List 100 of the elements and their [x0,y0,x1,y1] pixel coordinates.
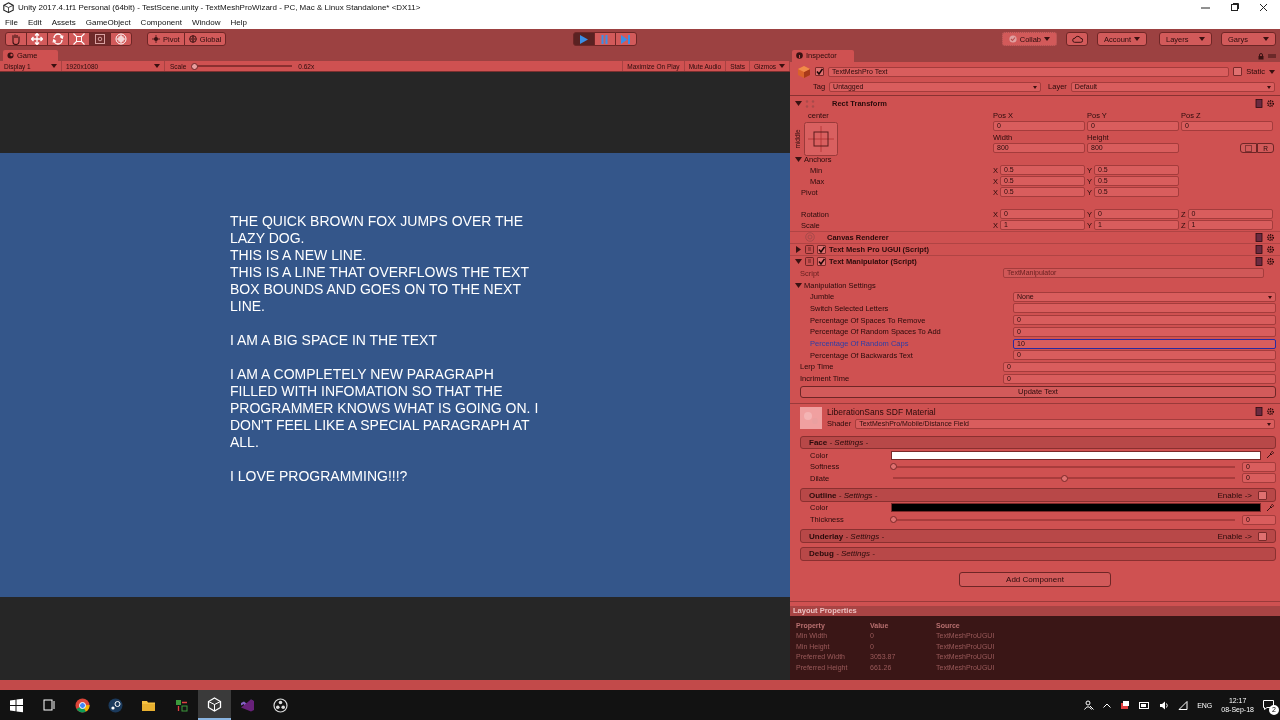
enable-checkbox[interactable] [1258,490,1267,500]
notification-icon[interactable] [1263,700,1274,710]
slider-thumb[interactable] [1061,474,1068,482]
step-button[interactable] [614,32,637,46]
cube-logo-icon [207,696,222,712]
enable-checkbox[interactable] [817,257,826,267]
rect-tool-icon [94,33,106,45]
tool-button[interactable] [89,32,111,46]
section-header[interactable]: Underlay - Settings - Enable -> [800,529,1276,544]
slider-thumb[interactable] [890,463,897,471]
material-thumbnail [800,406,822,429]
globe-icon [188,35,197,43]
menu-item[interactable]: Assets [46,17,81,27]
dashed-square-icon [1245,144,1253,152]
rotate-icon [52,33,64,45]
pivot-icon [152,35,160,43]
menu-item[interactable]: Help [225,17,252,27]
slider-thumb[interactable] [890,516,897,524]
input-field[interactable] [1013,303,1276,314]
menu-item[interactable]: GameObject [80,17,136,27]
caret-icon[interactable] [1269,69,1275,74]
add-component-button[interactable]: Add Component [959,571,1111,587]
menu-item[interactable]: File [0,17,23,27]
window-title: Unity 2017.4.1f1 Personal (64bit) - TestScene.unity - TextMeshProWizard - PC, Mac & Linux Standalone* <DX11> [18,3,421,12]
section-header[interactable]: Debug - Settings - [800,547,1276,561]
eye-icon [7,52,14,59]
object-cube-icon [797,64,811,79]
cube-logo-icon [3,2,14,13]
cloud-button[interactable] [1066,32,1088,46]
slider-track[interactable] [893,516,1235,524]
pause-button[interactable] [593,32,616,46]
menu-item[interactable]: Component [135,17,187,27]
chevron-up-icon[interactable] [1103,702,1112,708]
volume-icon[interactable] [1159,700,1170,710]
hand-icon [10,33,22,45]
scene-text: I LOVE PROGRAMMING!!!? [230,468,409,485]
active-checkbox[interactable] [815,67,824,77]
foldout-arrow-icon[interactable] [795,155,802,163]
caret-icon[interactable] [154,64,160,68]
browser-icon [75,697,90,713]
disc-icon [273,697,288,713]
check-circle-icon [1008,35,1017,43]
move-icon [31,33,43,45]
caret-icon[interactable] [1134,37,1141,41]
color-field[interactable] [891,503,1261,513]
enable-checkbox[interactable] [817,245,826,255]
scene-text: I AM A BIG SPACE IN THE TEXT [230,332,438,349]
caret-icon[interactable] [1199,37,1205,41]
close-icon[interactable] [1259,3,1268,12]
tool-button[interactable] [68,32,90,46]
lock-icon[interactable] [1258,52,1264,60]
battery-icon[interactable] [1139,701,1151,709]
static-checkbox[interactable] [1233,67,1243,77]
enable-checkbox[interactable] [1258,531,1267,541]
menu-item[interactable]: Window [186,17,226,27]
foldout-arrow-icon[interactable] [795,258,802,266]
foldout-arrow-icon[interactable] [795,281,802,289]
blueprint-button[interactable] [1240,143,1258,154]
enable-label: Enable -> [1217,490,1252,500]
settings-icon[interactable] [1266,99,1275,109]
caret-icon[interactable] [779,64,785,68]
scene-text: THE QUICK BROWN FOX JUMPS OVER THE LAZY DOG. THIS IS A NEW LINE. THIS IS A LINE THAT OVERFLOWS THE TEXT BOX BOUNDS AND GOES ON TO THE NEXT LINE. [230,213,530,315]
tool-button[interactable] [47,32,69,46]
start-icon [9,697,24,713]
restore-icon[interactable] [1230,3,1239,12]
slider-track[interactable] [893,463,1235,471]
slider-thumb[interactable] [191,62,199,70]
script-icon [805,257,814,267]
caret-icon[interactable] [1263,37,1269,41]
scale-slider[interactable] [192,62,293,70]
cloud-icon [1071,35,1083,43]
info-icon [796,52,803,60]
tray-app-icon[interactable] [1120,700,1131,710]
taskbar-button[interactable] [198,690,231,720]
script-icon [805,245,814,255]
section-header[interactable]: Face - Settings - [800,435,1276,450]
wifi-icon[interactable] [1178,700,1189,710]
scene-text: I AM A COMPLETELY NEW PARAGRAPH FILLED WITH INFOMATION SO THAT THE PROGRAMMER KNOWS WHAT IS GOING ON. I DON'T FEEL LIKE A SPECIAL PARAGRAPH AT ALL. [230,366,540,451]
menu-item[interactable]: Edit [22,17,47,27]
eyedropper-icon[interactable] [1266,503,1274,512]
pause-icon [599,33,611,45]
color-field[interactable] [891,450,1261,460]
foldout-arrow-icon[interactable] [795,100,802,108]
transform-icon [115,33,127,45]
enable-label: Enable -> [1217,531,1252,541]
settings-icon[interactable] [1266,407,1275,416]
play-button[interactable] [572,32,595,46]
ribbon-icon [240,697,255,713]
rect-transform-icon [805,99,815,108]
book-icon[interactable] [1255,99,1263,109]
caret-icon[interactable] [51,64,57,68]
tool-button[interactable] [26,32,48,46]
foldout-arrow-icon[interactable] [795,246,802,254]
eyedropper-icon[interactable] [1266,451,1274,460]
material-name: LiberationSans SDF Material [827,406,936,417]
section-header[interactable]: Outline - Settings - Enable -> [800,488,1276,502]
tool-button[interactable] [110,32,132,46]
book-icon[interactable] [1255,407,1263,416]
people-icon[interactable] [1084,700,1095,710]
round-app-icon [108,697,123,713]
